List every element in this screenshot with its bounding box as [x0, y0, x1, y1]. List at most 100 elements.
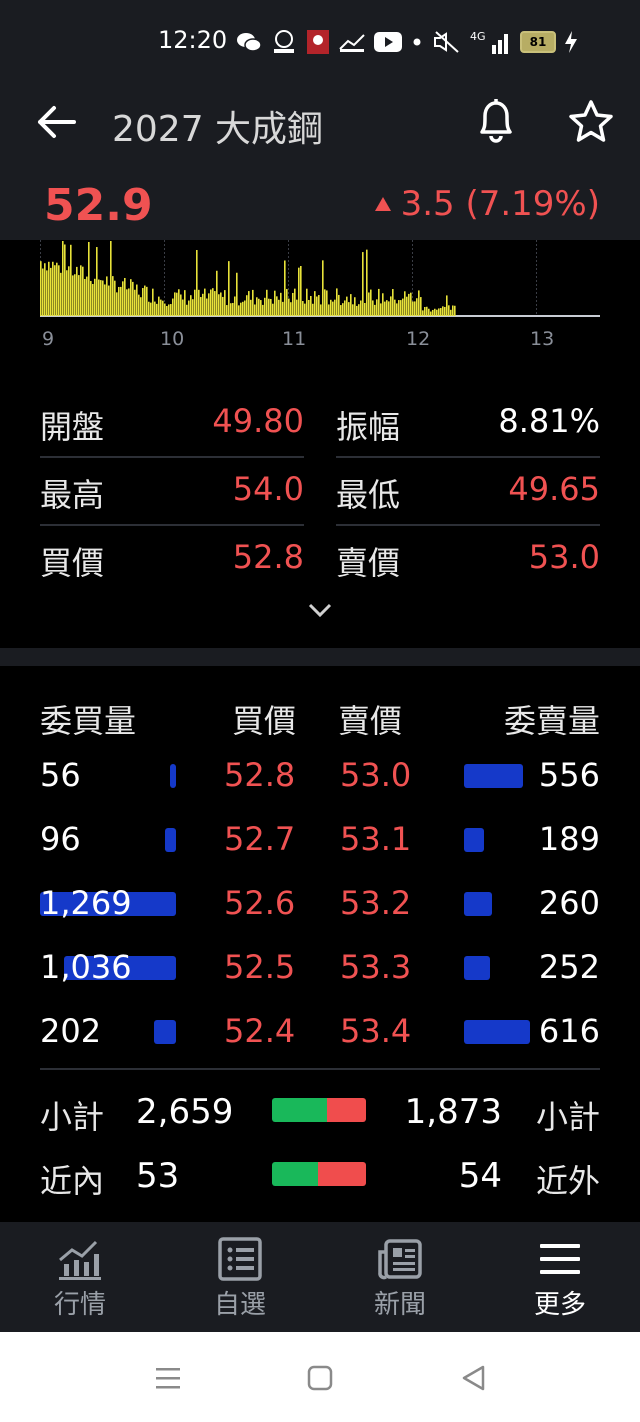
near-inner-label: 近內 — [40, 1162, 105, 1200]
volume-bar — [128, 288, 130, 316]
volume-bar — [298, 267, 300, 316]
recent-apps-icon[interactable] — [150, 1360, 186, 1396]
order-book-row: 1,269 52.6 53.2 260 — [0, 884, 640, 948]
nav-item-news[interactable]: 新聞 — [340, 1236, 460, 1326]
volume-bar — [420, 297, 422, 316]
volume-bar — [110, 241, 112, 316]
volume-bar — [294, 288, 296, 316]
volume-bar — [442, 306, 444, 316]
volume-bar — [52, 261, 54, 316]
volume-bar — [82, 266, 84, 316]
volume-bar — [86, 276, 88, 316]
volume-bar — [178, 289, 180, 316]
volume-bar — [230, 303, 232, 316]
volume-bar — [134, 289, 136, 316]
volume-bar — [428, 308, 430, 316]
volume-bar — [446, 295, 448, 316]
volume-bar — [340, 305, 342, 316]
volume-bar — [56, 262, 58, 316]
volume-bar — [114, 280, 116, 316]
order-book-row: 202 52.4 53.4 616 — [0, 1012, 640, 1076]
bid-qty: 202 — [40, 1012, 102, 1050]
volume-bar — [100, 280, 102, 316]
near-inner-value: 53 — [136, 1156, 180, 1196]
ask-qty-header: 委賣量 — [503, 702, 600, 740]
volume-bar — [248, 291, 250, 316]
volume-bar — [254, 304, 256, 316]
volume-bar — [148, 301, 150, 316]
volume-bar — [312, 303, 314, 316]
stat-value: 8.81% — [498, 402, 600, 440]
volume-bar — [302, 301, 304, 316]
volume-bar — [332, 301, 334, 316]
nav-item-market[interactable]: 行情 — [20, 1236, 140, 1326]
back-arrow-icon[interactable] — [34, 102, 78, 142]
volume-bar — [192, 299, 194, 316]
volume-bar — [210, 289, 212, 316]
volume-bar — [46, 270, 48, 316]
volume-bar — [116, 292, 118, 316]
nav-item-watchlist[interactable]: 自選 — [180, 1236, 300, 1326]
volume-bar — [272, 303, 274, 316]
stat-label: 賣價 — [336, 544, 401, 582]
volume-bar — [310, 295, 312, 316]
volume-bar — [424, 307, 426, 316]
volume-bar — [228, 261, 230, 316]
volume-bar — [436, 309, 438, 316]
stat-row: 最低 49.65 — [336, 456, 600, 526]
ask-price: 53.4 — [340, 1012, 412, 1050]
menu-icon — [540, 1244, 580, 1274]
volume-bar — [448, 305, 450, 316]
volume-bar — [130, 279, 132, 316]
volume-bar — [140, 297, 142, 316]
volume-bar — [96, 247, 98, 316]
volume-bar — [62, 241, 64, 316]
volume-bar — [268, 298, 270, 316]
volume-bar — [120, 286, 122, 316]
volume-bar — [346, 296, 348, 316]
nav-item-more[interactable]: 更多 — [500, 1236, 620, 1326]
order-book-row: 96 52.7 53.1 189 — [0, 820, 640, 884]
volume-bar — [154, 301, 156, 316]
volume-bar — [244, 300, 246, 316]
volume-bar — [164, 303, 166, 316]
bid-price-header: 買價 — [232, 702, 297, 740]
volume-bar — [348, 302, 350, 316]
volume-bar — [264, 297, 266, 316]
subtotal-label: 小計 — [40, 1098, 105, 1136]
stat-label: 最低 — [336, 476, 401, 514]
home-icon[interactable] — [302, 1360, 338, 1396]
star-icon[interactable] — [566, 98, 616, 146]
volume-bar — [162, 300, 164, 316]
gomaji-icon — [274, 30, 294, 53]
volume-bar — [304, 303, 306, 316]
volume-bar — [320, 304, 322, 316]
volume-bar — [388, 301, 390, 316]
volume-bar — [208, 293, 210, 316]
volume-bar — [280, 292, 282, 316]
near-outer-label: 近外 — [535, 1162, 600, 1200]
volume-bar — [142, 288, 144, 316]
volume-bar — [122, 281, 124, 316]
ask-volume-bar — [464, 828, 484, 852]
volume-bar — [438, 308, 440, 316]
volume-bar — [190, 295, 192, 316]
volume-bar — [306, 288, 308, 316]
volume-bar — [102, 280, 104, 316]
volume-bar — [454, 305, 456, 316]
volume-bar — [324, 289, 326, 316]
volume-bar — [372, 300, 374, 316]
bid-price: 52.6 — [224, 884, 296, 922]
stat-value: 54.0 — [232, 470, 304, 508]
volume-bar — [48, 261, 50, 316]
bell-icon[interactable] — [472, 96, 520, 146]
volume-bar — [90, 280, 92, 316]
volume-bar — [182, 299, 184, 316]
chevron-down-icon[interactable] — [306, 600, 334, 620]
price-change: 3.5 (7.19%) — [374, 184, 600, 224]
subtotal-bid-share — [272, 1098, 328, 1122]
back-triangle-icon[interactable] — [456, 1360, 492, 1396]
volume-bar — [172, 298, 174, 316]
volume-bar — [344, 300, 346, 316]
subtotal-label-right: 小計 — [535, 1098, 600, 1136]
